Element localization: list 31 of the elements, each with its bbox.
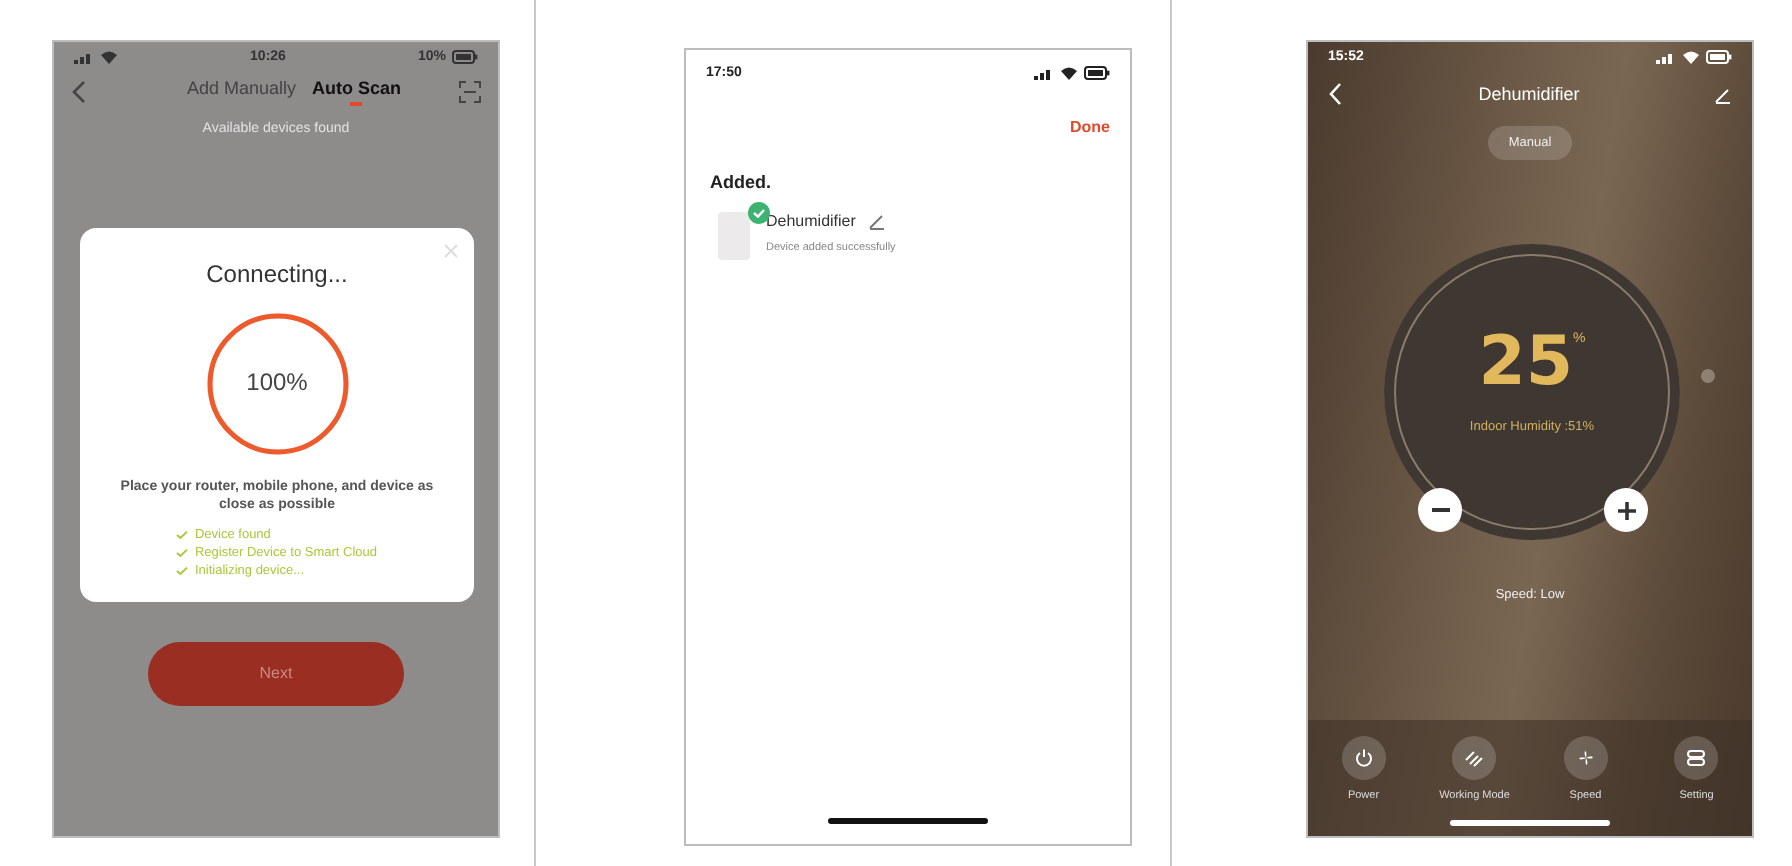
minus-icon bbox=[1431, 508, 1449, 512]
power-icon bbox=[1353, 748, 1374, 768]
signal-icon bbox=[1034, 65, 1054, 79]
plus-icon bbox=[1617, 501, 1635, 519]
scan-icon[interactable] bbox=[458, 80, 482, 104]
check-badge-icon bbox=[748, 202, 770, 224]
target-value: 25 bbox=[1478, 328, 1574, 396]
settings-icon bbox=[1686, 748, 1707, 768]
wifi-icon bbox=[1682, 49, 1700, 63]
minus-button[interactable] bbox=[1418, 488, 1462, 532]
battery-icon bbox=[1084, 65, 1110, 79]
back-icon[interactable] bbox=[1328, 82, 1344, 106]
tab[interactable]: Add Manually bbox=[186, 78, 297, 106]
wifi-icon bbox=[100, 49, 118, 63]
pencil-icon[interactable] bbox=[867, 212, 886, 230]
progress-reading: 100% bbox=[244, 368, 310, 396]
screen-title: Dehumidifier bbox=[1478, 84, 1580, 104]
done-button[interactable]: Done bbox=[1070, 118, 1110, 136]
slash-lines-icon bbox=[1464, 748, 1485, 768]
dialog-title: Connecting... bbox=[206, 260, 348, 288]
battery-icon bbox=[1706, 49, 1732, 63]
round-icon[interactable] bbox=[1700, 368, 1716, 384]
signal-icon bbox=[1656, 49, 1676, 63]
wifi-icon bbox=[1060, 65, 1078, 79]
plus-button[interactable] bbox=[1604, 488, 1648, 532]
fan-icon bbox=[1575, 748, 1596, 768]
tab[interactable]: Auto Scan bbox=[312, 78, 402, 106]
section-heading: Added. bbox=[710, 172, 773, 192]
battery-icon bbox=[452, 49, 478, 63]
signal-icon bbox=[74, 49, 94, 63]
device-name: Dehumidifier bbox=[766, 212, 856, 230]
